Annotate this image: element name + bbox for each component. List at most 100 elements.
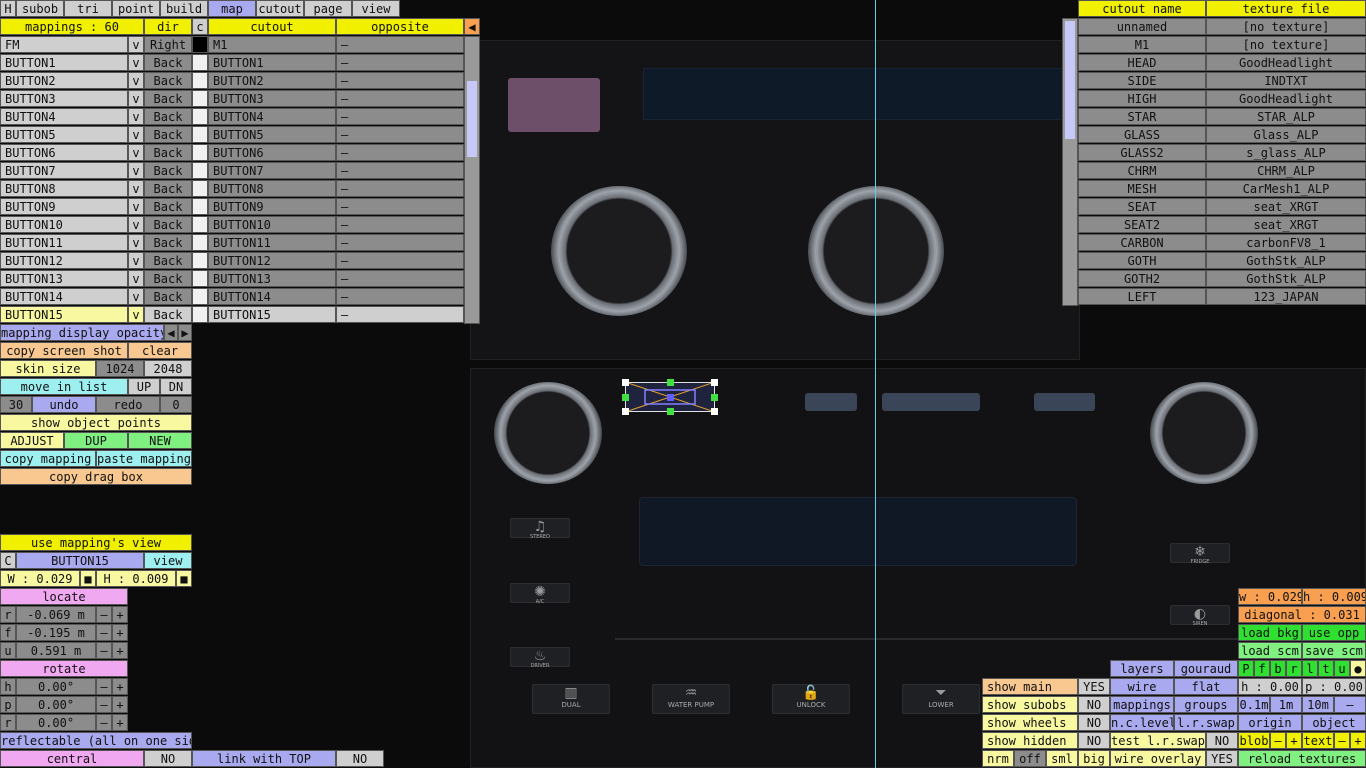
cutout-row-name[interactable]: GLASS2	[1078, 144, 1206, 161]
cutout-row-texture[interactable]: Glass_ALP	[1206, 126, 1366, 143]
handle-left[interactable]	[622, 394, 629, 401]
u-value[interactable]: 0.591 m	[16, 642, 96, 659]
mapping-row-v-button[interactable]: v	[128, 216, 144, 233]
mapping-row-v-button[interactable]: v	[128, 144, 144, 161]
mapping-row-name[interactable]: FM	[0, 36, 128, 53]
mapping-row-name[interactable]: BUTTON6	[0, 144, 128, 161]
mapping-row-opposite[interactable]: –	[336, 306, 464, 323]
cutout-row-texture[interactable]: CHRM_ALP	[1206, 162, 1366, 179]
show-wheels-button[interactable]: show wheels	[982, 714, 1078, 731]
cutout-row-texture[interactable]: STAR_ALP	[1206, 108, 1366, 125]
view-r-button[interactable]: r	[1286, 660, 1302, 677]
mapping-row-color-swatch[interactable]	[192, 270, 208, 287]
mapping-row-color-swatch[interactable]	[192, 36, 208, 53]
cutout-row-name[interactable]: M1	[1078, 36, 1206, 53]
show-hidden-button[interactable]: show hidden	[982, 732, 1078, 749]
mapping-row-dir[interactable]: Back	[144, 216, 192, 233]
mapping-row-opposite[interactable]: –	[336, 180, 464, 197]
new-button[interactable]: NEW	[128, 432, 192, 449]
mapping-scrollbar[interactable]	[464, 36, 480, 324]
mapping-row-dir[interactable]: Back	[144, 288, 192, 305]
reload-textures-button[interactable]: reload textures	[1238, 750, 1366, 767]
mapping-row-cutout[interactable]: BUTTON13	[208, 270, 336, 287]
mapping-row-cutout[interactable]: BUTTON12	[208, 252, 336, 269]
mapping-row-opposite[interactable]: –	[336, 162, 464, 179]
handle-center[interactable]	[667, 394, 674, 401]
mappings-button[interactable]: mappings	[1110, 696, 1174, 713]
mapping-row-v-button[interactable]: v	[128, 126, 144, 143]
mapping-row-color-swatch[interactable]	[192, 288, 208, 305]
step-0.1m-button[interactable]: 0.1m	[1238, 696, 1270, 713]
cutout-row-name[interactable]: LEFT	[1078, 288, 1206, 305]
cutout-row-texture[interactable]: [no texture]	[1206, 36, 1366, 53]
show-object-points-button[interactable]: show object points	[0, 414, 192, 431]
mapping-row-color-swatch[interactable]	[192, 72, 208, 89]
r-minus-button[interactable]: –	[96, 606, 112, 623]
mapping-row-v-button[interactable]: v	[128, 180, 144, 197]
mapping-row-cutout[interactable]: M1	[208, 36, 336, 53]
mapping-row-name[interactable]: BUTTON11	[0, 234, 128, 251]
mapping-opacity-label[interactable]: mapping display opacity	[0, 324, 164, 341]
mapping-row-dir[interactable]: Back	[144, 234, 192, 251]
mapping-row-opposite[interactable]: –	[336, 252, 464, 269]
mapping-row-color-swatch[interactable]	[192, 54, 208, 71]
cutout-row-texture[interactable]: GoodHeadlight	[1206, 90, 1366, 107]
mapping-row-opposite[interactable]: –	[336, 270, 464, 287]
mapping-row-opposite[interactable]: –	[336, 54, 464, 71]
mapping-row-cutout[interactable]: BUTTON5	[208, 126, 336, 143]
mapping-row-dir[interactable]: Back	[144, 180, 192, 197]
mapping-row-color-swatch[interactable]	[192, 234, 208, 251]
mapping-row-cutout[interactable]: BUTTON3	[208, 90, 336, 107]
mapping-row-dir[interactable]: Back	[144, 126, 192, 143]
mapping-row-v-button[interactable]: v	[128, 108, 144, 125]
view-b-button[interactable]: b	[1270, 660, 1286, 677]
mapping-row-name[interactable]: BUTTON2	[0, 72, 128, 89]
mapping-row-dir[interactable]: Back	[144, 54, 192, 71]
save-scm-button[interactable]: save scm	[1302, 642, 1366, 659]
width-lock-button[interactable]: ■	[80, 570, 96, 587]
flat-button[interactable]: flat	[1174, 678, 1238, 695]
mapping-row-name[interactable]: BUTTON10	[0, 216, 128, 233]
opacity-prev-button[interactable]: ◀	[164, 324, 178, 341]
move-up-button[interactable]: UP	[128, 378, 160, 395]
mapping-row-name[interactable]: BUTTON13	[0, 270, 128, 287]
step-1m-button[interactable]: 1m	[1270, 696, 1302, 713]
mapping-row-v-button[interactable]: v	[128, 36, 144, 53]
cutout-row-texture[interactable]: GothStk_ALP	[1206, 270, 1366, 287]
mapping-row-v-button[interactable]: v	[128, 234, 144, 251]
view-l-button[interactable]: l	[1302, 660, 1318, 677]
p-rotation-value[interactable]: 0.00°	[16, 696, 96, 713]
nc-level-button[interactable]: n.c.level	[1110, 714, 1174, 731]
text-button[interactable]: text	[1302, 732, 1334, 749]
mapping-row-opposite[interactable]: –	[336, 72, 464, 89]
mapping-scroll-thumb[interactable]	[467, 81, 477, 157]
mapping-row-color-swatch[interactable]	[192, 216, 208, 233]
mapping-row-opposite[interactable]: –	[336, 108, 464, 125]
mapping-row-cutout[interactable]: BUTTON11	[208, 234, 336, 251]
undo-button[interactable]: undo	[32, 396, 96, 413]
cutout-row-name[interactable]: GOTH	[1078, 252, 1206, 269]
redo-button[interactable]: redo	[96, 396, 160, 413]
mapping-row-cutout[interactable]: BUTTON7	[208, 162, 336, 179]
cutout-row-texture[interactable]: GoodHeadlight	[1206, 54, 1366, 71]
clear-button[interactable]: clear	[128, 342, 192, 359]
blob-minus-button[interactable]: –	[1270, 732, 1286, 749]
layers-button[interactable]: layers	[1110, 660, 1174, 677]
cutout-row-texture[interactable]: INDTXT	[1206, 72, 1366, 89]
text-minus-button[interactable]: –	[1334, 732, 1350, 749]
mapping-row-v-button[interactable]: v	[128, 72, 144, 89]
reflectable-button[interactable]: reflectable (all on one side)	[0, 732, 192, 749]
copy-mapping-button[interactable]: copy mapping	[0, 450, 96, 467]
mapping-row-name[interactable]: BUTTON5	[0, 126, 128, 143]
mapping-row-name[interactable]: BUTTON1	[0, 54, 128, 71]
use-mappings-view-button[interactable]: use mapping's view	[0, 534, 192, 551]
wire-overlay-yes-button[interactable]: YES	[1206, 750, 1238, 767]
lr-swap-button[interactable]: l.r.swap	[1174, 714, 1238, 731]
opacity-next-button[interactable]: ▶	[178, 324, 192, 341]
cutout-row-texture[interactable]: carbonFV8_1	[1206, 234, 1366, 251]
h-rotation-value[interactable]: 0.00°	[16, 678, 96, 695]
mapping-row-opposite[interactable]: –	[336, 288, 464, 305]
mapping-row-color-swatch[interactable]	[192, 126, 208, 143]
cutout-row-name[interactable]: CHRM	[1078, 162, 1206, 179]
mapping-row-opposite[interactable]: –	[336, 90, 464, 107]
